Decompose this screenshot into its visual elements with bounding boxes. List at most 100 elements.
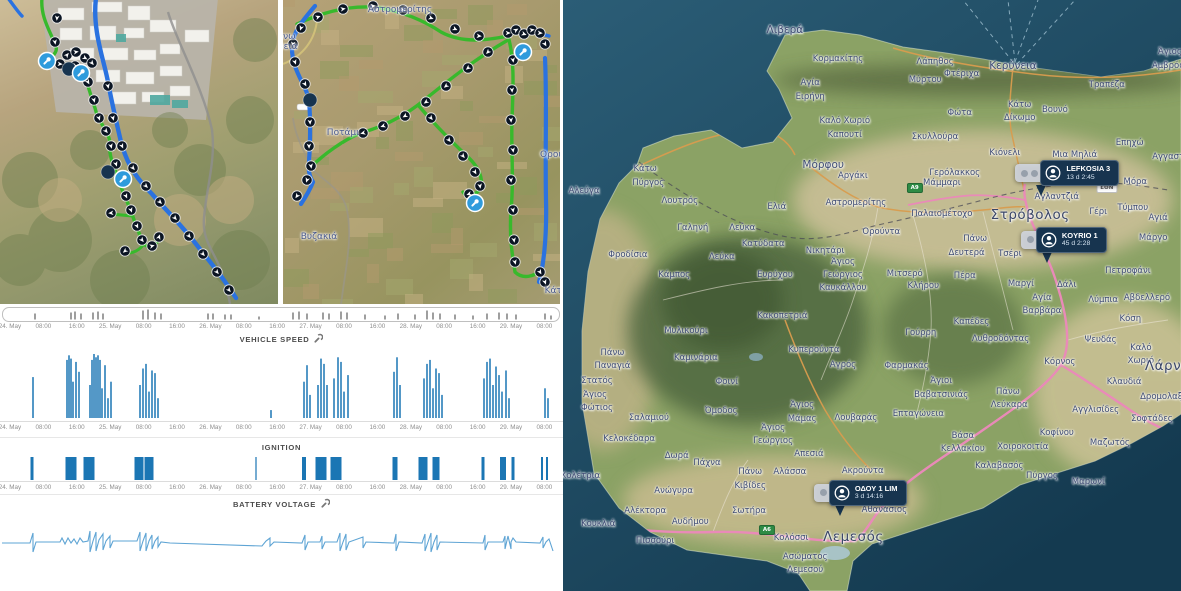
waypoint-arrow-marker[interactable]	[126, 205, 136, 215]
place-label: Ανώγυρα	[654, 486, 693, 496]
place-label: Αλεύγα	[569, 186, 600, 196]
waypoint-arrow-marker[interactable]	[510, 257, 520, 267]
place-label: Κακοπετριά	[757, 311, 807, 321]
waypoint-arrow-marker[interactable]	[506, 175, 516, 185]
axis-tick-label: 24. May	[0, 484, 21, 491]
waypoint-arrow-marker[interactable]	[155, 197, 165, 207]
waypoint-arrow-marker[interactable]	[212, 267, 222, 277]
place-label: Σοφτάδες	[1131, 414, 1173, 424]
waypoint-arrow-marker[interactable]	[313, 12, 323, 22]
waypoint-arrow-marker[interactable]	[507, 85, 517, 95]
waypoint-arrow-marker[interactable]	[358, 128, 368, 138]
stop-marker[interactable]	[303, 93, 317, 107]
waypoint-arrow-marker[interactable]	[426, 113, 436, 123]
battery-voltage-chart[interactable]	[0, 511, 563, 573]
place-label: Αστρομερίτης	[826, 198, 887, 208]
place-label: Αργάκι	[838, 171, 868, 181]
waypoint-arrow-marker[interactable]	[170, 213, 180, 223]
waypoint-arrow-marker[interactable]	[292, 191, 302, 201]
overview-map-cyprus[interactable]: ΛιβεράΚορμακίτηςΛάπηθοςΦτέριχαΚερύνειαΤρ…	[563, 0, 1181, 591]
waypoint-arrow-marker[interactable]	[535, 28, 545, 38]
place-label: Λύμπια	[1088, 295, 1118, 305]
waypoint-arrow-marker[interactable]	[470, 167, 480, 177]
place-label: Λυθροδόντας	[972, 334, 1029, 344]
waypoint-arrow-marker[interactable]	[224, 285, 234, 295]
waypoint-arrow-marker[interactable]	[71, 47, 81, 57]
waypoint-arrow-marker[interactable]	[106, 141, 116, 151]
event-pin-marker[interactable]	[515, 44, 532, 61]
waypoint-arrow-marker[interactable]	[300, 79, 310, 89]
vehicle-badge[interactable]: KOYRIO 145 d 2:28	[1036, 227, 1107, 253]
wrench-icon[interactable]	[320, 498, 330, 508]
vehicle-name: ΟΔΟΥ 1 LIM	[855, 484, 898, 493]
waypoint-arrow-marker[interactable]	[106, 208, 116, 218]
waypoint-arrow-marker[interactable]	[368, 1, 378, 11]
waypoint-arrow-marker[interactable]	[117, 141, 127, 151]
waypoint-arrow-marker[interactable]	[141, 181, 151, 191]
waypoint-arrow-marker[interactable]	[463, 63, 473, 73]
waypoint-arrow-marker[interactable]	[475, 181, 485, 191]
waypoint-arrow-marker[interactable]	[304, 141, 314, 151]
detail-map-1[interactable]	[0, 0, 278, 304]
waypoint-arrow-marker[interactable]	[108, 113, 118, 123]
waypoint-arrow-marker[interactable]	[509, 235, 519, 245]
place-label: Κόση	[1120, 314, 1142, 324]
waypoint-arrow-marker[interactable]	[444, 135, 454, 145]
waypoint-arrow-marker[interactable]	[450, 24, 460, 34]
waypoint-arrow-marker[interactable]	[458, 151, 468, 161]
event-pin-marker[interactable]	[73, 65, 90, 82]
waypoint-arrow-marker[interactable]	[198, 249, 208, 259]
waypoint-arrow-marker[interactable]	[540, 39, 550, 49]
waypoint-arrow-marker[interactable]	[103, 81, 113, 91]
waypoint-arrow-marker[interactable]	[101, 126, 111, 136]
waypoint-arrow-marker[interactable]	[296, 23, 306, 33]
waypoint-arrow-marker[interactable]	[421, 97, 431, 107]
waypoint-arrow-marker[interactable]	[398, 5, 408, 15]
wrench-icon[interactable]	[313, 333, 323, 343]
detail-map-2[interactable]: ΑστρομερίτηςΠάνωΖώδειαΠοτάμιΒυζακιάΟρούν…	[283, 0, 560, 304]
waypoint-arrow-marker[interactable]	[400, 111, 410, 121]
waypoint-arrow-marker[interactable]	[147, 241, 157, 251]
waypoint-arrow-marker[interactable]	[288, 39, 298, 49]
waypoint-arrow-marker[interactable]	[540, 277, 550, 287]
waypoint-arrow-marker[interactable]	[474, 31, 484, 41]
waypoint-arrow-marker[interactable]	[132, 221, 142, 231]
waypoint-arrow-marker[interactable]	[137, 235, 147, 245]
axis-tick-label: 16:00	[69, 323, 85, 330]
waypoint-arrow-marker[interactable]	[506, 115, 516, 125]
waypoint-arrow-marker[interactable]	[128, 163, 138, 173]
waypoint-arrow-marker[interactable]	[290, 57, 300, 67]
event-pin-marker[interactable]	[39, 53, 56, 70]
waypoint-arrow-marker[interactable]	[120, 246, 130, 256]
event-pin-marker[interactable]	[467, 195, 484, 212]
place-label: Επηχώ	[1116, 138, 1144, 148]
waypoint-arrow-marker[interactable]	[306, 161, 316, 171]
place-label: Κιόνελι	[989, 148, 1020, 158]
waypoint-arrow-marker[interactable]	[305, 117, 315, 127]
vehicle-badge[interactable]: LEFKOSIA 313 d 2:45	[1040, 160, 1119, 186]
place-label: Κελλακίου	[941, 444, 985, 454]
event-pin-marker[interactable]	[115, 171, 132, 188]
waypoint-arrow-marker[interactable]	[50, 37, 60, 47]
waypoint-arrow-marker[interactable]	[338, 4, 348, 14]
waypoint-arrow-marker[interactable]	[87, 58, 97, 68]
waypoint-arrow-marker[interactable]	[154, 232, 164, 242]
vehicle-badge[interactable]: ΟΔΟΥ 1 LIM3 d 14:16	[829, 480, 907, 506]
waypoint-arrow-marker[interactable]	[94, 113, 104, 123]
waypoint-arrow-marker[interactable]	[52, 13, 62, 23]
waypoint-arrow-marker[interactable]	[441, 81, 451, 91]
stop-marker[interactable]	[101, 165, 115, 179]
ignition-chart[interactable]	[0, 456, 563, 481]
waypoint-arrow-marker[interactable]	[121, 191, 131, 201]
waypoint-arrow-marker[interactable]	[508, 145, 518, 155]
vehicle-speed-chart[interactable]	[0, 347, 563, 421]
waypoint-arrow-marker[interactable]	[426, 13, 436, 23]
timeline-scrubber[interactable]	[2, 307, 560, 322]
waypoint-arrow-marker[interactable]	[535, 267, 545, 277]
waypoint-arrow-marker[interactable]	[483, 47, 493, 57]
waypoint-arrow-marker[interactable]	[302, 175, 312, 185]
waypoint-arrow-marker[interactable]	[89, 95, 99, 105]
waypoint-arrow-marker[interactable]	[508, 205, 518, 215]
waypoint-arrow-marker[interactable]	[184, 231, 194, 241]
waypoint-arrow-marker[interactable]	[378, 121, 388, 131]
